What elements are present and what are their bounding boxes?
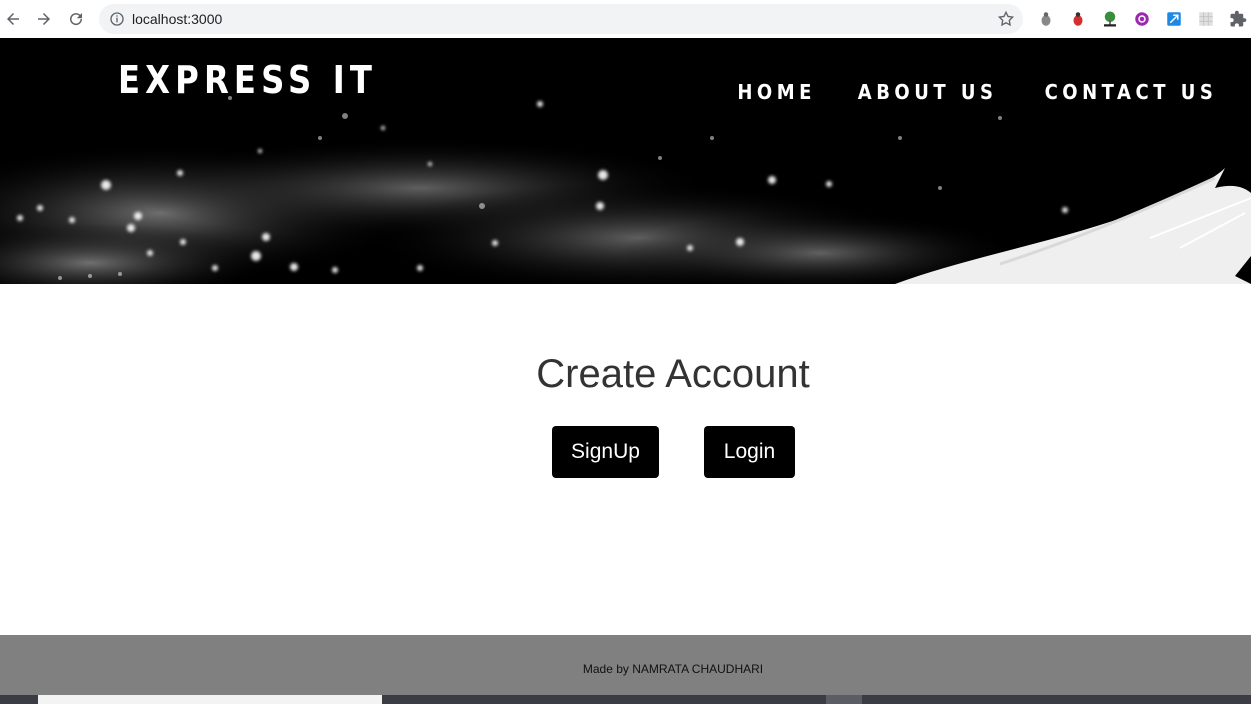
taskbar-item[interactable] (826, 695, 862, 704)
address-bar[interactable]: localhost:3000 (99, 4, 1023, 34)
taskbar-search[interactable] (38, 695, 382, 704)
os-taskbar (0, 695, 1251, 704)
footer-credit: Made by NAMRATA CHAUDHARI (582, 662, 764, 676)
star-icon[interactable] (997, 10, 1015, 28)
forward-icon[interactable] (32, 7, 56, 31)
brand-logo[interactable]: EXPRESS IT (118, 58, 377, 102)
ladybug-icon[interactable] (1069, 10, 1087, 28)
url-text[interactable]: localhost:3000 (132, 11, 222, 27)
footer: Made by NAMRATA CHAUDHARI (0, 635, 1251, 695)
puzzle-icon[interactable] (1229, 10, 1247, 28)
info-icon[interactable] (109, 11, 125, 27)
signup-button[interactable]: SignUp (552, 426, 659, 478)
bug-icon[interactable] (1037, 10, 1055, 28)
ext-purple-icon[interactable] (1133, 10, 1151, 28)
back-icon[interactable] (1, 7, 25, 31)
login-button[interactable]: Login (704, 426, 795, 478)
nav-contact-us[interactable]: CONTACT US (1045, 80, 1218, 104)
reload-icon[interactable] (64, 7, 88, 31)
ext-grid-icon[interactable] (1197, 10, 1215, 28)
main-nav: HOME ABOUT US CONTACT US (733, 80, 1227, 104)
ext-blue-icon[interactable] (1165, 10, 1183, 28)
hero-header: EXPRESS IT HOME ABOUT US CONTACT US (0, 38, 1251, 284)
nav-home[interactable]: HOME (737, 80, 816, 104)
page-title: Create Account (536, 352, 810, 396)
nav-about-us[interactable]: ABOUT US (858, 80, 998, 104)
browser-toolbar: localhost:3000 (0, 0, 1251, 38)
tree-icon[interactable] (1101, 10, 1119, 28)
